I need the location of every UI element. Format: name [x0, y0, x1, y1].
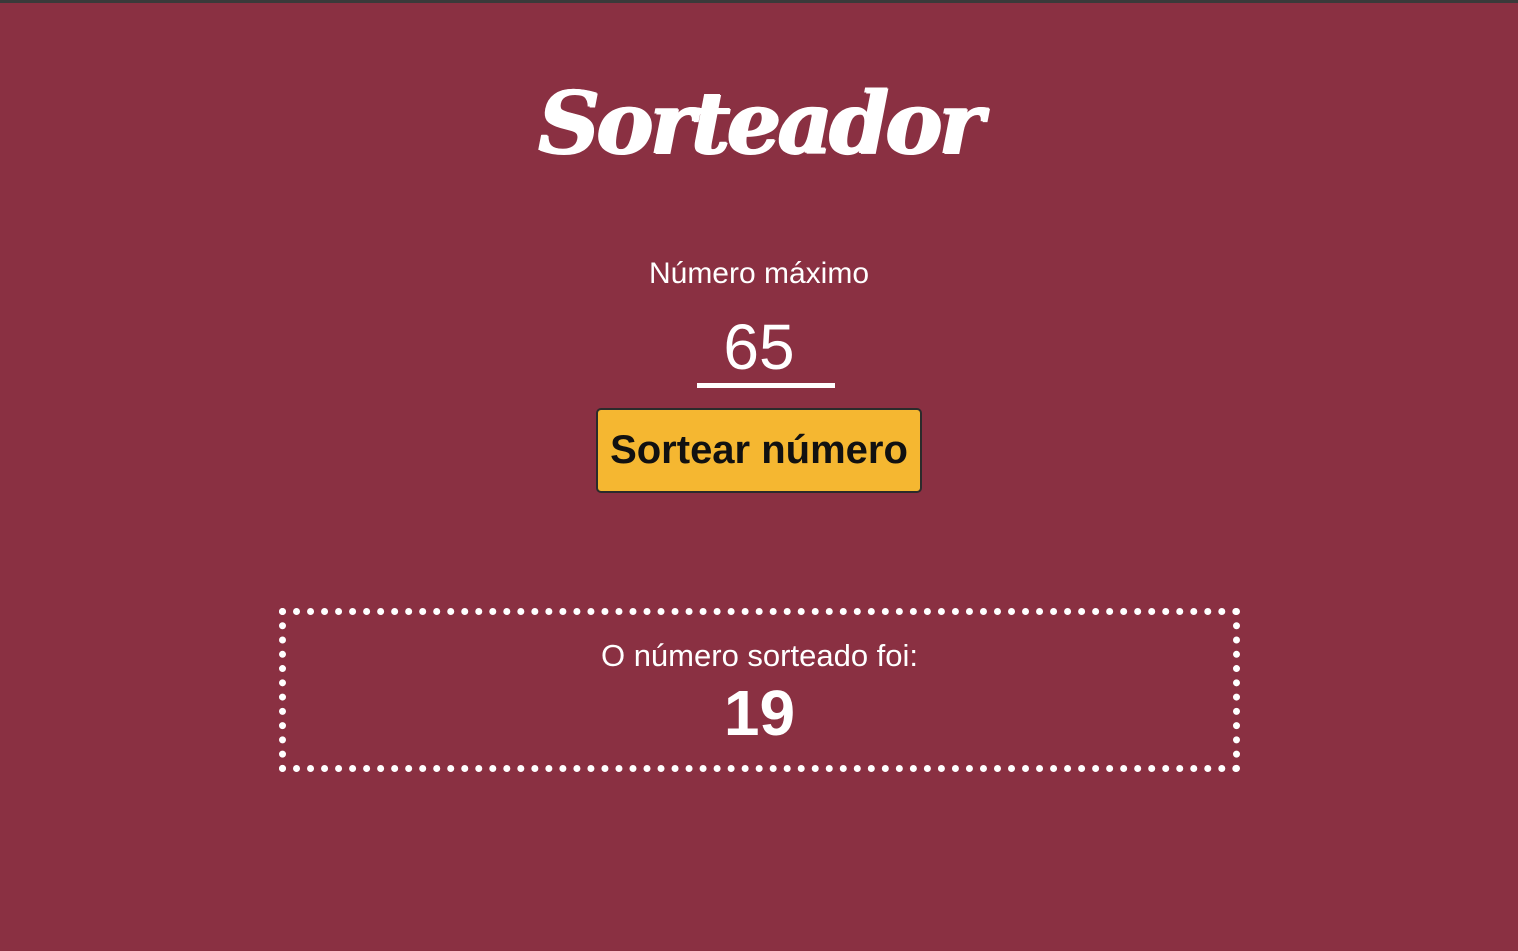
result-panel: O número sorteado foi: 19 — [279, 608, 1240, 772]
max-number-input[interactable] — [697, 311, 835, 388]
max-number-label: Número máximo — [648, 257, 870, 290]
app-title-logo: Sorteador — [538, 73, 984, 174]
result-label: O número sorteado foi: — [600, 638, 919, 673]
draw-number-button[interactable]: Sortear número — [596, 408, 922, 493]
result-number: 19 — [723, 677, 796, 749]
